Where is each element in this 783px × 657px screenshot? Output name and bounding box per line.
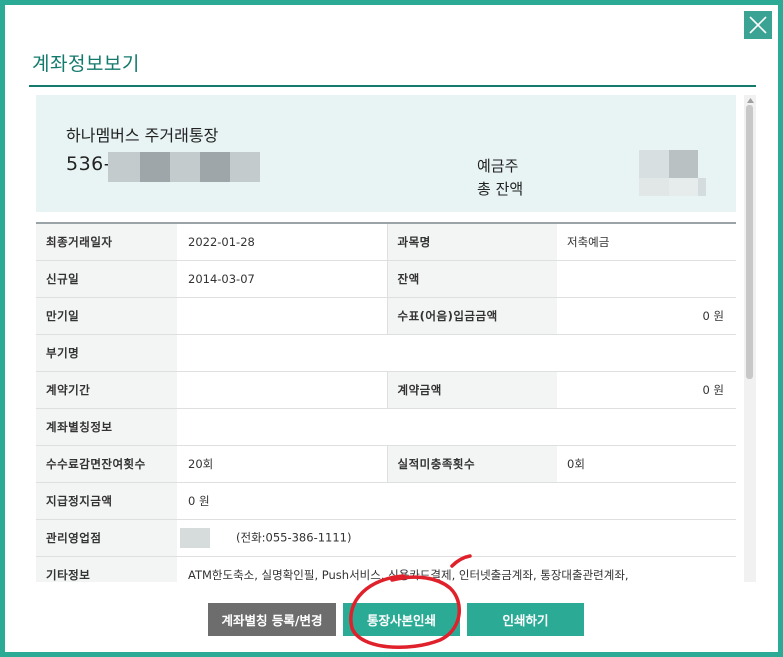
branch-phone: (전화:055-386-1111)	[236, 530, 352, 544]
row-label: 관리영업점	[36, 519, 177, 557]
row-value: ATM한도축소, 실명확인필, Push서비스, 신용카드결제, 인터넷출금계좌…	[177, 556, 736, 582]
balance-value	[557, 260, 736, 298]
row-label: 과목명	[386, 223, 557, 261]
row-value: 2014-03-07	[177, 260, 388, 298]
close-icon	[749, 16, 767, 34]
alias-register-button[interactable]: 계좌별칭 등록/변경	[208, 603, 336, 636]
row-label: 계약금액	[386, 371, 557, 409]
row-label: 지급정지금액	[36, 482, 177, 520]
account-info-table: 최종거래일자 2022-01-28 과목명 저축예금 신규일 2014-03-0…	[36, 222, 736, 582]
masked-owner-balance	[639, 150, 709, 198]
account-info-dialog: 계좌정보보기 하나멤버스 주거래통장 536- 예금주 총 잔액 최종거래일자 …	[0, 0, 783, 657]
table-row: 부기명	[36, 334, 736, 372]
row-value	[177, 371, 388, 409]
masked-branch-name	[180, 527, 210, 548]
row-label: 최종거래일자	[36, 223, 177, 261]
scroll-up-arrow-icon[interactable]	[744, 95, 756, 105]
table-row: 최종거래일자 2022-01-28 과목명 저축예금	[36, 223, 736, 261]
row-label: 만기일	[36, 297, 177, 335]
title-divider	[29, 85, 756, 87]
table-row: 지급정지금액 0 원	[36, 482, 736, 520]
owner-label: 예금주	[477, 157, 519, 175]
row-value: 0회	[557, 445, 736, 483]
row-value	[177, 297, 388, 335]
row-label: 잔액	[386, 260, 557, 298]
row-value: 0 원	[557, 371, 736, 409]
row-label: 실적미충족횟수	[386, 445, 557, 483]
table-row: 기타정보 ATM한도축소, 실명확인필, Push서비스, 신용카드결제, 인터…	[36, 556, 736, 582]
row-label: 수수료감면잔여횟수	[36, 445, 177, 483]
close-button[interactable]	[744, 11, 772, 39]
row-label: 기타정보	[36, 556, 177, 582]
account-number: 536-	[66, 153, 111, 175]
row-value: 0 원	[177, 482, 736, 520]
masked-account-number	[108, 152, 260, 182]
row-label: 계약기간	[36, 371, 177, 409]
account-name: 하나멤버스 주거래통장	[66, 126, 219, 145]
table-row: 계좌별칭정보	[36, 408, 736, 446]
content-scroll-area[interactable]: 하나멤버스 주거래통장 536- 예금주 총 잔액 최종거래일자 2022-01…	[36, 95, 754, 582]
row-value: 2022-01-28	[177, 223, 388, 261]
row-label: 신규일	[36, 260, 177, 298]
row-value: 0 원	[557, 297, 736, 335]
row-label: 계좌별칭정보	[36, 408, 177, 446]
row-value	[177, 334, 736, 372]
balance-label: 총 잔액	[477, 180, 524, 198]
account-summary: 하나멤버스 주거래통장 536- 예금주 총 잔액	[36, 95, 736, 212]
account-number-prefix: 536-	[66, 153, 112, 175]
row-label: 수표(어음)입금금액	[386, 297, 557, 335]
row-value: 저축예금	[557, 223, 736, 261]
table-row: 계약기간 계약금액 0 원	[36, 371, 736, 409]
table-row: 만기일 수표(어음)입금금액 0 원	[36, 297, 736, 335]
dialog-title: 계좌정보보기	[32, 53, 140, 75]
table-row: 수수료감면잔여횟수 20회 실적미충족횟수 0회	[36, 445, 736, 483]
scrollbar-thumb[interactable]	[746, 105, 753, 379]
table-row: 관리영업점 (전화:055-386-1111)	[36, 519, 736, 557]
row-value	[177, 408, 736, 446]
print-passbook-copy-button[interactable]: 통장사본인쇄	[343, 603, 460, 636]
branch-value: (전화:055-386-1111)	[177, 519, 736, 557]
row-label: 부기명	[36, 334, 177, 372]
row-value: 20회	[177, 445, 388, 483]
table-row: 신규일 2014-03-07 잔액	[36, 260, 736, 298]
print-button[interactable]: 인쇄하기	[467, 603, 584, 636]
